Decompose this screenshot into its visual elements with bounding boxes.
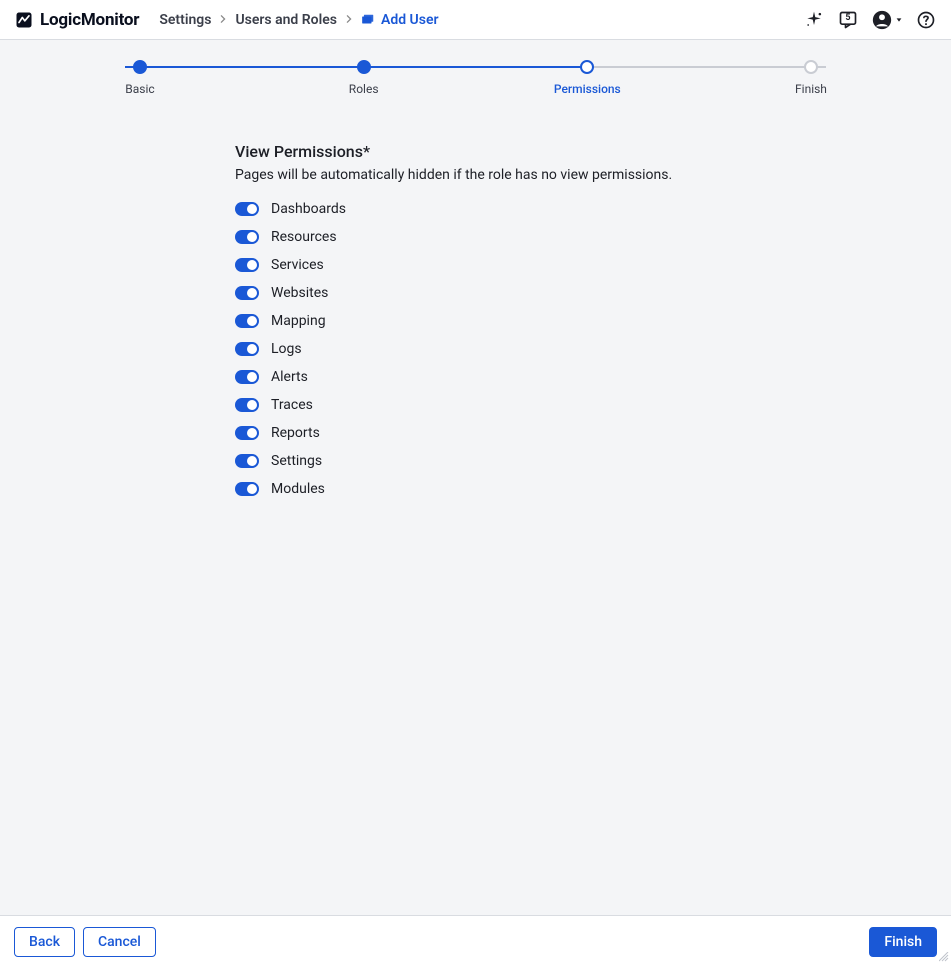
permission-row-traces: Traces (235, 397, 720, 413)
permission-label: Websites (271, 285, 328, 301)
permission-label: Logs (271, 341, 302, 357)
permission-row-resources: Resources (235, 229, 720, 245)
toggle-modules[interactable] (235, 482, 259, 496)
notifications-badge: 5 (837, 13, 859, 23)
step-dot-icon (580, 60, 594, 74)
notifications-icon[interactable]: 5 (837, 9, 859, 31)
add-user-icon (361, 13, 375, 27)
crumb-users-roles[interactable]: Users and Roles (235, 12, 337, 28)
crumb-settings[interactable]: Settings (159, 12, 211, 28)
toggle-resources[interactable] (235, 230, 259, 244)
step-finish[interactable]: Finish (781, 60, 841, 96)
toggle-logs[interactable] (235, 342, 259, 356)
wizard-stepper: Basic Roles Permissions Finish (0, 40, 951, 106)
permission-label: Reports (271, 425, 320, 441)
step-roles[interactable]: Roles (334, 60, 394, 96)
permission-row-settings: Settings (235, 453, 720, 469)
permission-label: Services (271, 257, 324, 273)
step-label: Finish (795, 82, 827, 96)
brand-name: LogicMonitor (40, 10, 139, 30)
toggle-mapping[interactable] (235, 314, 259, 328)
brand-logo[interactable]: LogicMonitor (14, 10, 139, 30)
step-permissions[interactable]: Permissions (557, 60, 617, 96)
permission-label: Alerts (271, 369, 308, 385)
step-label: Permissions (554, 82, 621, 96)
toggle-alerts[interactable] (235, 370, 259, 384)
chevron-right-icon (345, 13, 353, 26)
permission-label: Traces (271, 397, 313, 413)
account-icon (871, 9, 893, 31)
crumb-current: Add User (361, 12, 439, 28)
permission-row-websites: Websites (235, 285, 720, 301)
main-content: View Permissions* Pages will be automati… (0, 106, 720, 497)
permission-row-modules: Modules (235, 481, 720, 497)
chevron-down-icon (895, 16, 903, 24)
permission-row-logs: Logs (235, 341, 720, 357)
step-dot-icon (804, 60, 818, 74)
help-icon[interactable] (915, 9, 937, 31)
toggle-websites[interactable] (235, 286, 259, 300)
breadcrumb: Settings Users and Roles Add User (159, 12, 438, 28)
sparkle-icon[interactable] (803, 9, 825, 31)
permission-row-alerts: Alerts (235, 369, 720, 385)
permission-label: Mapping (271, 313, 326, 329)
step-dot-icon (133, 60, 147, 74)
toggle-reports[interactable] (235, 426, 259, 440)
permission-label: Modules (271, 481, 325, 497)
logo-icon (14, 10, 34, 30)
header-right: 5 (803, 9, 937, 31)
toggle-services[interactable] (235, 258, 259, 272)
permission-row-reports: Reports (235, 425, 720, 441)
permission-label: Resources (271, 229, 337, 245)
chevron-right-icon (219, 13, 227, 26)
step-dot-icon (357, 60, 371, 74)
header-left: LogicMonitor Settings Users and Roles Ad… (14, 10, 439, 30)
permission-row-dashboards: Dashboards (235, 201, 720, 217)
crumb-current-label: Add User (381, 12, 439, 28)
toggle-dashboards[interactable] (235, 202, 259, 216)
step-label: Basic (125, 82, 154, 96)
permission-row-services: Services (235, 257, 720, 273)
wizard-footer: Back Cancel Finish (0, 915, 951, 967)
back-button[interactable]: Back (14, 927, 75, 957)
footer-left: Back Cancel (14, 927, 156, 957)
finish-button[interactable]: Finish (869, 927, 937, 957)
step-label: Roles (349, 82, 379, 96)
permissions-list: Dashboards Resources Services Websites M… (235, 201, 720, 497)
toggle-settings[interactable] (235, 454, 259, 468)
app-header: LogicMonitor Settings Users and Roles Ad… (0, 0, 951, 40)
section-title: View Permissions* (235, 142, 720, 161)
permission-label: Dashboards (271, 201, 346, 217)
step-basic[interactable]: Basic (110, 60, 170, 96)
toggle-traces[interactable] (235, 398, 259, 412)
cancel-button[interactable]: Cancel (83, 927, 156, 957)
permission-label: Settings (271, 453, 322, 469)
account-menu[interactable] (871, 9, 903, 31)
section-description: Pages will be automatically hidden if th… (235, 167, 720, 183)
permission-row-mapping: Mapping (235, 313, 720, 329)
